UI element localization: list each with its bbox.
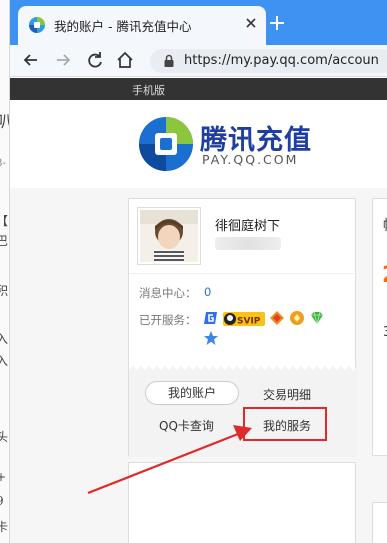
transactions-link[interactable]: 交易明细 [263,386,311,403]
browser-toolbar: https://my.pay.qq.com/accoun [10,45,387,77]
background-text: 9 [0,494,4,508]
tab-title: 我的账户 - 腾讯充值中心 [54,19,192,34]
right-panel: 帐 2 3 [372,198,387,456]
game-g-icon[interactable] [203,310,219,326]
lower-right-panel [372,502,387,543]
yellow-diamond-icon[interactable] [289,310,305,326]
url-text: https://my.pay.qq.com/accoun [184,53,379,68]
services-label: 已开服务： [139,313,197,327]
message-count[interactable]: 0 [204,285,211,299]
background-text: 叭 [0,108,9,132]
background-text: 【 [0,212,8,229]
home-icon[interactable] [114,49,136,71]
page-content: 手机版 腾讯充值 PAY.QQ.COM 徘徊庭树下 消息中心： 0 已开服务： … [10,78,387,543]
svip-badge-icon[interactable]: SVIP [223,310,265,328]
browser-tab-active[interactable]: 我的账户 - 腾讯充值中心 [18,6,266,45]
back-icon[interactable] [20,49,42,71]
new-tab-button[interactable] [266,12,288,34]
avatar-image [140,210,198,262]
masked-qq-number [215,237,281,250]
lock-icon[interactable] [162,54,176,68]
blue-star-icon[interactable] [203,330,219,346]
forward-icon[interactable] [52,49,74,71]
right-panel-text: 3 [383,325,387,340]
background-text: + [0,470,6,484]
avatar[interactable] [137,207,201,265]
right-panel-balance: 2 [382,263,387,288]
address-bar[interactable]: https://my.pay.qq.com/accoun [150,49,387,73]
tab-strip: 我的账户 - 腾讯充值中心 [10,0,387,45]
site-header: 腾讯充值 PAY.QQ.COM [10,100,387,188]
background-text: 卡 [0,518,8,535]
background-window: 叭 8- 【 巴 积 入 入 头 + 9 卡 [0,0,10,543]
nickname: 徘徊庭树下 [215,219,281,234]
close-icon[interactable] [242,14,260,32]
lower-panel [128,462,356,543]
background-text: 头 [0,428,8,445]
logo-subtitle: PAY.QQ.COM [202,152,299,167]
qq-pay-icon [29,17,45,33]
mobile-version-link[interactable]: 手机版 [132,82,165,98]
background-text: 巴 [0,232,8,249]
right-panel-text: 帐 [383,215,387,235]
divider [129,273,357,274]
browser-window: 我的账户 - 腾讯充值中心 https://my.pay.qq.com/acco… [10,0,387,543]
message-center-label: 消息中心： [139,286,197,300]
qq-card-query-link[interactable]: QQ卡查询 [159,417,214,434]
reload-icon[interactable] [84,49,106,71]
background-text: 8- [0,158,6,169]
green-diamond-icon[interactable] [309,310,325,326]
red-diamond-icon[interactable] [269,310,285,326]
site-topbar: 手机版 [10,78,387,100]
tencent-pay-logo-icon[interactable] [136,114,196,174]
background-text: 入 [0,352,8,369]
my-account-button[interactable]: 我的账户 [145,381,239,405]
background-text: 积 [0,282,8,299]
annotation-highlight-box [243,407,327,441]
svip-text: SVIP [237,317,261,327]
background-text: 入 [0,330,8,347]
